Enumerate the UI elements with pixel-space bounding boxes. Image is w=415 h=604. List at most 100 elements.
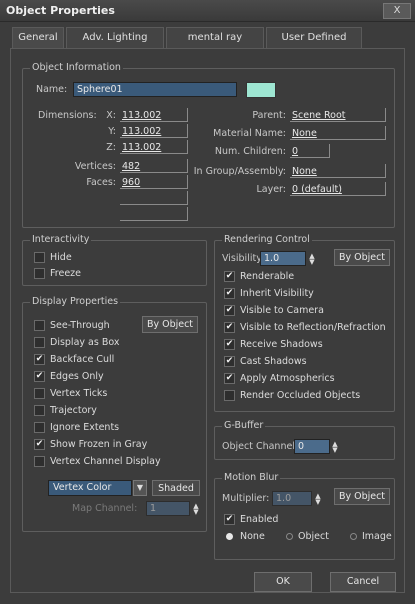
receive-shadows-label: Receive Shadows: [240, 339, 323, 350]
group-assembly-value: None: [292, 166, 317, 177]
visibility-label: Visibility:: [222, 253, 265, 264]
multiplier-spinner-icon[interactable]: ▲ ▼: [314, 493, 322, 506]
object-info-label: Object Information: [30, 62, 123, 73]
vertex-ticks-label: Vertex Ticks: [50, 388, 108, 399]
enabled-label: Enabled: [240, 514, 279, 525]
renderable-checkbox[interactable]: ✔: [224, 271, 235, 282]
see-through-label: See-Through: [50, 320, 110, 331]
visibility-input[interactable]: 1.0: [260, 251, 306, 266]
display-properties-label: Display Properties: [30, 296, 121, 307]
render-occluded-objects-label: Render Occluded Objects: [240, 390, 361, 401]
edges-only-checkbox[interactable]: ✔: [34, 371, 45, 382]
vertices-label: Vertices:: [74, 161, 116, 172]
children-label: Num. Children:: [214, 146, 286, 157]
layer-value: 0 (default): [292, 184, 342, 195]
material-value: None: [292, 128, 317, 139]
object-channel-input[interactable]: 0: [294, 439, 330, 454]
group-assembly-label: In Group/Assembly:: [193, 166, 286, 177]
display-by-object-button[interactable]: By Object: [142, 316, 198, 333]
window-title: Object Properties: [6, 4, 115, 17]
multiplier-input[interactable]: 1.0: [272, 491, 312, 506]
visible-to-reflection-refraction-label: Visible to Reflection/Refraction: [240, 322, 386, 333]
display-as-box-label: Display as Box: [50, 337, 120, 348]
name-label: Name:: [36, 84, 68, 95]
cancel-button[interactable]: Cancel: [330, 572, 396, 592]
receive-shadows-checkbox[interactable]: ✔: [224, 339, 235, 350]
ignore-extents-label: Ignore Extents: [50, 422, 120, 433]
hide-checkbox[interactable]: [34, 252, 45, 263]
visibility-spinner-icon[interactable]: ▲ ▼: [308, 253, 316, 266]
close-button[interactable]: X: [383, 3, 411, 19]
x-label: X:: [106, 110, 116, 121]
vertex-ticks-checkbox[interactable]: [34, 388, 45, 399]
trajectory-checkbox[interactable]: [34, 405, 45, 416]
apply-atmospherics-label: Apply Atmospherics: [240, 373, 335, 384]
gbuffer-label: G-Buffer: [222, 420, 266, 431]
freeze-checkbox[interactable]: [34, 268, 45, 279]
edges-only-label: Edges Only: [50, 371, 104, 382]
hide-label: Hide: [50, 252, 72, 263]
object-radio[interactable]: [286, 533, 293, 540]
visible-to-camera-checkbox[interactable]: ✔: [224, 305, 235, 316]
trajectory-label: Trajectory: [50, 405, 97, 416]
object-channel-spinner-icon[interactable]: ▲ ▼: [331, 441, 339, 454]
vertex-color-select[interactable]: Vertex Color: [48, 480, 132, 496]
cast-shadows-label: Cast Shadows: [240, 356, 307, 367]
map-channel-spinner-icon[interactable]: ▲ ▼: [192, 503, 200, 516]
map-channel-label: Map Channel:: [72, 503, 138, 514]
vertex-channel-display-label: Vertex Channel Display: [50, 456, 161, 467]
tab-adv-lighting[interactable]: Adv. Lighting: [66, 27, 164, 48]
see-through-checkbox[interactable]: [34, 320, 45, 331]
interactivity-group: [22, 240, 207, 286]
show-frozen-in-gray-label: Show Frozen in Gray: [50, 439, 148, 450]
tab-general[interactable]: General: [12, 27, 64, 48]
chevron-down-icon[interactable]: ▼: [133, 480, 147, 496]
show-frozen-in-gray-checkbox[interactable]: ✔: [34, 439, 45, 450]
object-channel-label: Object Channel:: [222, 441, 299, 452]
faces-value: 960: [122, 177, 141, 188]
layer-label: Layer:: [256, 184, 286, 195]
freeze-label: Freeze: [50, 268, 81, 279]
tab-user-defined[interactable]: User Defined: [266, 27, 362, 48]
children-value: 0: [292, 146, 299, 157]
faces-label: Faces:: [86, 177, 116, 188]
none-label: None: [240, 531, 265, 542]
image-radio[interactable]: [350, 533, 357, 540]
inherit-visibility-label: Inherit Visibility: [240, 288, 314, 299]
name-input[interactable]: Sphere01: [73, 82, 237, 97]
interactivity-label: Interactivity: [30, 234, 92, 245]
ok-button[interactable]: OK: [254, 572, 312, 592]
render-occluded-objects-checkbox[interactable]: [224, 390, 235, 401]
map-channel-input[interactable]: 1: [146, 501, 190, 516]
visible-to-reflection-refraction-checkbox[interactable]: ✔: [224, 322, 235, 333]
rendering-control-label: Rendering Control: [222, 234, 312, 245]
object-color-swatch[interactable]: [246, 82, 276, 98]
motion-blur-by-object-button[interactable]: By Object: [334, 488, 390, 505]
empty-field-1: [120, 191, 188, 205]
ignore-extents-checkbox[interactable]: [34, 422, 45, 433]
inherit-visibility-checkbox[interactable]: ✔: [224, 288, 235, 299]
none-radio[interactable]: [226, 533, 233, 540]
cast-shadows-checkbox[interactable]: ✔: [224, 356, 235, 367]
vertex-channel-display-checkbox[interactable]: [34, 456, 45, 467]
tab-mental-ray[interactable]: mental ray: [166, 27, 264, 48]
empty-field-2: [120, 207, 188, 221]
x-value: 113.002: [122, 110, 162, 121]
backface-cull-checkbox[interactable]: ✔: [34, 354, 45, 365]
y-label: Y:: [108, 126, 116, 137]
z-label: Z:: [106, 142, 116, 153]
object-label: Object: [298, 531, 329, 542]
rendering-by-object-button[interactable]: By Object: [334, 249, 390, 266]
display-as-box-checkbox[interactable]: [34, 337, 45, 348]
visible-to-camera-label: Visible to Camera: [240, 305, 324, 316]
apply-atmospherics-checkbox[interactable]: ✔: [224, 373, 235, 384]
vertices-value: 482: [122, 161, 141, 172]
shaded-button[interactable]: Shaded: [152, 480, 200, 496]
image-label: Image: [362, 531, 392, 542]
renderable-label: Renderable: [240, 271, 295, 282]
parent-value: Scene Root: [292, 110, 346, 121]
motion-blur-label: Motion Blur: [222, 472, 281, 483]
material-label: Material Name:: [213, 128, 286, 139]
backface-cull-label: Backface Cull: [50, 354, 115, 365]
enabled-checkbox[interactable]: ✔: [224, 514, 235, 525]
